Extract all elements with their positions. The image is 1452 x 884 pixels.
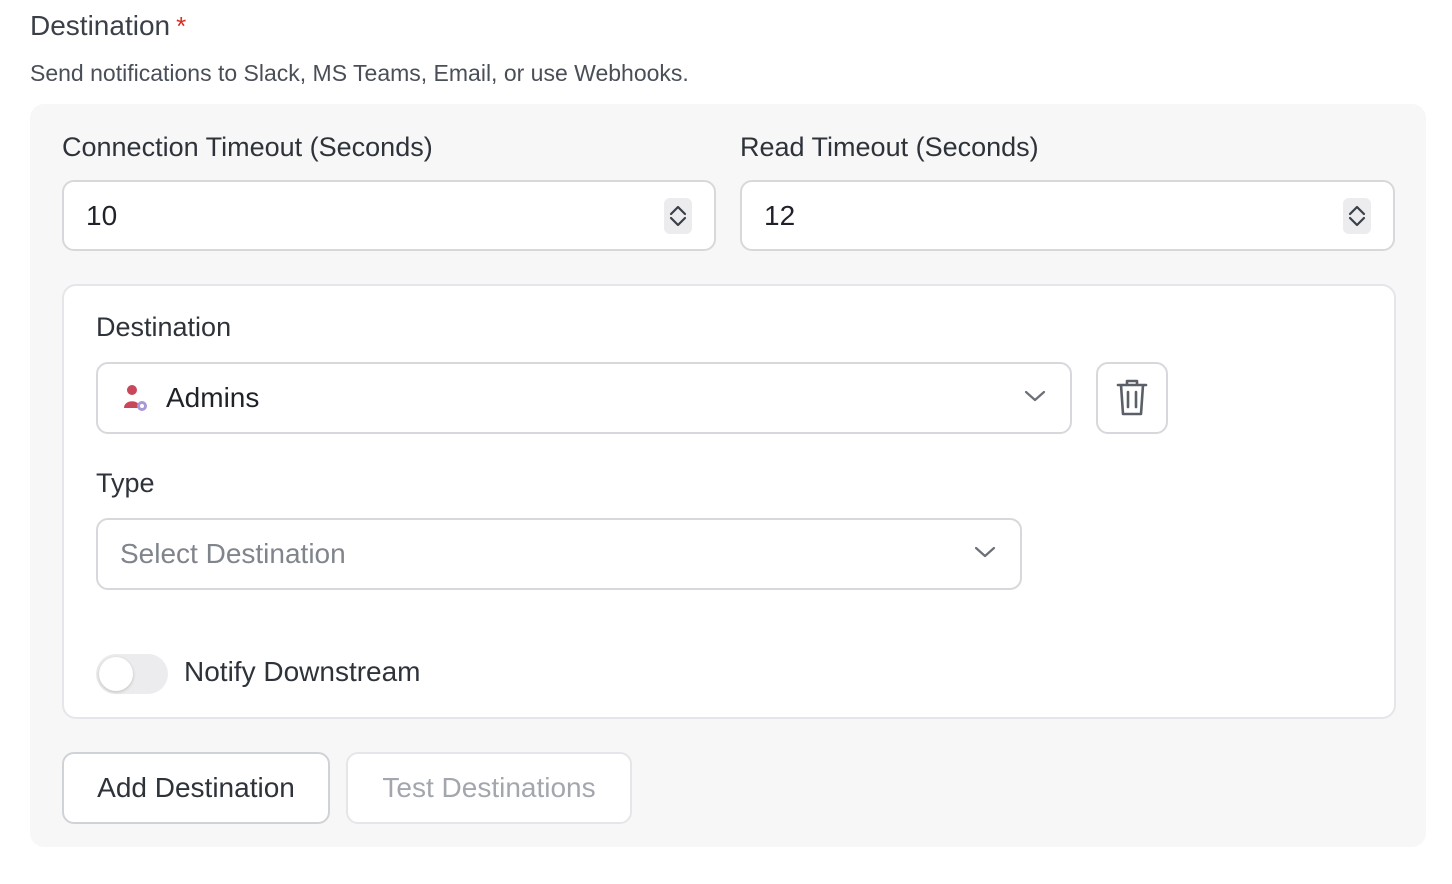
chevron-up-icon[interactable] [669, 205, 687, 216]
chevron-down-icon[interactable] [1348, 216, 1366, 227]
toggle-knob [99, 657, 133, 691]
trash-icon [1116, 379, 1148, 416]
connection-timeout-input[interactable]: 10 [62, 180, 716, 251]
required-indicator: * [176, 11, 187, 41]
read-timeout-stepper[interactable] [1343, 198, 1371, 234]
chevron-down-icon [1024, 390, 1046, 402]
section-description: Send notifications to Slack, MS Teams, E… [30, 60, 689, 86]
destination-panel: Connection Timeout (Seconds) 10 Read Tim… [30, 104, 1426, 847]
chevron-down-icon[interactable] [669, 216, 687, 227]
destination-selected-value: Admins [166, 382, 260, 413]
notify-downstream-toggle[interactable] [96, 654, 168, 694]
chevron-up-icon[interactable] [1348, 205, 1366, 216]
read-timeout-label: Read Timeout (Seconds) [740, 132, 1039, 162]
destination-card: Destination Admins Type Select Destinati… [62, 284, 1396, 719]
section-title-text: Destination [30, 10, 171, 41]
type-select[interactable]: Select Destination [96, 518, 1022, 590]
destination-select[interactable]: Admins [96, 362, 1072, 434]
notify-downstream-label: Notify Downstream [184, 656, 421, 687]
test-destinations-button[interactable]: Test Destinations [346, 752, 632, 824]
chevron-down-icon [974, 546, 996, 558]
admin-user-icon [124, 385, 147, 411]
type-placeholder: Select Destination [120, 538, 346, 569]
destination-label: Destination [96, 312, 232, 342]
read-timeout-input[interactable]: 12 [740, 180, 1395, 251]
delete-destination-button[interactable] [1096, 362, 1168, 434]
connection-timeout-label: Connection Timeout (Seconds) [62, 132, 433, 162]
type-label: Type [96, 468, 155, 498]
connection-timeout-value: 10 [86, 200, 118, 231]
destination-section-title: Destination * [30, 10, 186, 42]
connection-timeout-stepper[interactable] [664, 198, 692, 234]
read-timeout-value: 12 [764, 200, 796, 231]
add-destination-button[interactable]: Add Destination [62, 752, 330, 824]
